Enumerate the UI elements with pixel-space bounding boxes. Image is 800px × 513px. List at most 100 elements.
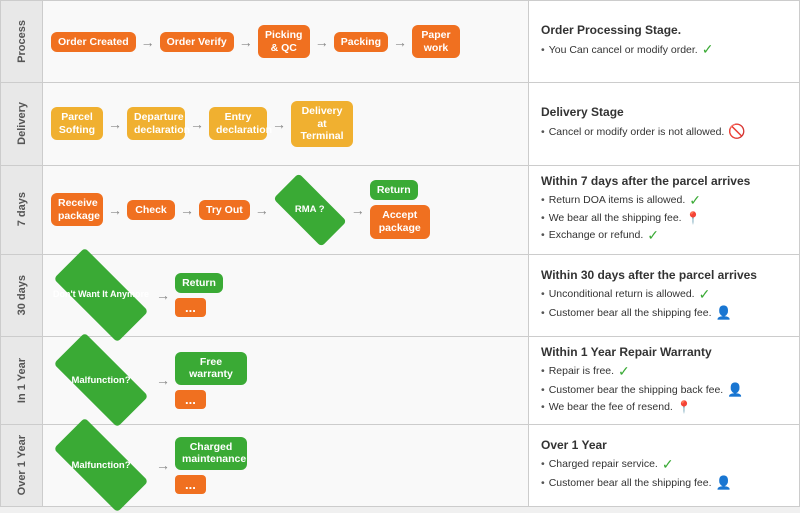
seven-days-item-1: Return DOA items is allowed. ✓: [541, 192, 787, 209]
receive-box: Receive package: [51, 193, 103, 226]
packing-box: Packing: [334, 32, 388, 52]
arrow-3: →: [315, 34, 329, 50]
arrow-2: →: [239, 34, 253, 50]
one-year-item-2: Customer bear the shipping back fee. 👤: [541, 382, 787, 398]
seven-days-label: 7 days: [16, 192, 28, 226]
arrow-30a: →: [156, 287, 170, 303]
person-icon-1: 👤: [716, 305, 732, 321]
charged-maintenance-box: Charged maintenance: [175, 437, 247, 470]
arrow-7b: →: [180, 202, 194, 218]
no-icon-1: 🚫: [728, 123, 745, 140]
arrow-1ya: →: [156, 372, 170, 388]
seven-days-info: Within 7 days after the parcel arrives R…: [529, 166, 799, 254]
over-one-year-info-list: Charged repair service. ✓ Customer bear …: [541, 456, 787, 493]
picking-box: Picking & QC: [258, 25, 310, 58]
over-one-year-item-2: Customer bear all the shipping fee. 👤: [541, 475, 787, 491]
branch-over1year: Charged maintenance ...: [175, 437, 247, 494]
entry-declaration-box: Entry declaration: [209, 107, 267, 140]
check-icon-3: ✓: [647, 227, 659, 244]
pin-icon-2: 📍: [677, 400, 692, 414]
one-year-item-3: We bear the fee of resend. 📍: [541, 400, 787, 414]
departure-box: Departure declaration: [127, 107, 185, 140]
thirty-days-label: 30 days: [16, 275, 28, 315]
over-one-year-info-title: Over 1 Year: [541, 438, 787, 452]
thirty-days-flow: Don't Want It Anymore → Return ...: [43, 255, 529, 336]
dont-want-diamond: Don't Want It Anymore: [51, 270, 151, 320]
arrow-4: →: [393, 34, 407, 50]
delivery-label: Delivery: [16, 102, 28, 145]
one-year-row: In 1 Year Malfunction? → Free warranty .…: [1, 337, 799, 425]
process-info: Order Processing Stage. You Can cancel o…: [529, 1, 799, 82]
one-year-info-title: Within 1 Year Repair Warranty: [541, 345, 787, 359]
thirty-days-info: Within 30 days after the parcel arrives …: [529, 255, 799, 336]
over-one-year-info: Over 1 Year Charged repair service. ✓ Cu…: [529, 425, 799, 506]
return-box: Return: [370, 180, 418, 200]
arrow-7a: →: [108, 202, 122, 218]
thirty-days-label-col: 30 days: [1, 255, 43, 336]
delivery-info: Delivery Stage Cancel or modify order is…: [529, 83, 799, 164]
pin-icon-1: 📍: [686, 211, 701, 225]
process-info-item-1: You Can cancel or modify order. ✓: [541, 41, 787, 58]
arrow-d3: →: [272, 116, 286, 132]
dots-1year-box: ...: [175, 390, 206, 409]
rma-diamond: RMA ?: [274, 190, 346, 230]
thirty-days-info-title: Within 30 days after the parcel arrives: [541, 268, 787, 282]
over-one-year-flow: Malfunction? → Charged maintenance ...: [43, 425, 529, 506]
process-info-title: Order Processing Stage.: [541, 23, 787, 37]
delivery-row: Delivery Parcel Softing → Departure decl…: [1, 83, 799, 165]
one-year-info-list: Repair is free. ✓ Customer bear the ship…: [541, 363, 787, 416]
free-warranty-box: Free warranty: [175, 352, 247, 385]
branch-1year: Free warranty ...: [175, 352, 247, 409]
arrow-d2: →: [190, 116, 204, 132]
arrow-7d: →: [351, 202, 365, 218]
dots-30-box: ...: [175, 298, 206, 317]
thirty-days-item-2: Customer bear all the shipping fee. 👤: [541, 305, 787, 321]
one-year-label: In 1 Year: [16, 358, 28, 403]
one-year-item-1: Repair is free. ✓: [541, 363, 787, 380]
delivery-info-item-1: Cancel or modify order is not allowed. 🚫: [541, 123, 787, 140]
paperwork-box: Paper work: [412, 25, 460, 58]
delivery-label-col: Delivery: [1, 83, 43, 164]
order-verify-box: Order Verify: [160, 32, 234, 52]
seven-days-info-title: Within 7 days after the parcel arrives: [541, 174, 787, 188]
delivery-info-title: Delivery Stage: [541, 105, 787, 119]
seven-days-label-col: 7 days: [1, 166, 43, 254]
arrow-1: →: [141, 34, 155, 50]
person-icon-2: 👤: [727, 382, 743, 398]
tryout-box: Try Out: [199, 200, 250, 220]
arrow-7c: →: [255, 202, 269, 218]
accept-package-box: Accept package: [370, 205, 430, 238]
branch-30days: Return ...: [175, 273, 223, 317]
check-icon-5: ✓: [618, 363, 630, 380]
process-label: Process: [16, 20, 28, 63]
process-row: Process Order Created → Order Verify → P…: [1, 1, 799, 83]
check-box: Check: [127, 200, 175, 220]
over-one-year-label: Over 1 Year: [16, 435, 28, 495]
check-icon-1: ✓: [702, 41, 714, 58]
malfunction2-diamond: Malfunction?: [51, 440, 151, 490]
seven-days-info-list: Return DOA items is allowed. ✓ We bear a…: [541, 192, 787, 246]
arrow-d1: →: [108, 116, 122, 132]
seven-days-flow: Receive package → Check → Try Out → RMA …: [43, 166, 529, 254]
branch-7days: Return Accept package: [370, 180, 430, 238]
process-label-col: Process: [1, 1, 43, 82]
order-created-box: Order Created: [51, 32, 136, 52]
return-30-box: Return: [175, 273, 223, 293]
parcel-sorting-box: Parcel Softing: [51, 107, 103, 140]
thirty-days-item-1: Unconditional return is allowed. ✓: [541, 286, 787, 303]
person-icon-3: 👤: [716, 475, 732, 491]
delivery-flow: Parcel Softing → Departure declaration →…: [43, 83, 529, 164]
seven-days-item-3: Exchange or refund. ✓: [541, 227, 787, 244]
check-icon-2: ✓: [689, 192, 701, 209]
delivery-info-list: Cancel or modify order is not allowed. 🚫: [541, 123, 787, 142]
one-year-flow: Malfunction? → Free warranty ...: [43, 337, 529, 424]
over-one-year-row: Over 1 Year Malfunction? → Charged maint…: [1, 425, 799, 506]
check-icon-6: ✓: [662, 456, 674, 473]
seven-days-item-2: We bear all the shipping fee. 📍: [541, 211, 787, 225]
one-year-info: Within 1 Year Repair Warranty Repair is …: [529, 337, 799, 424]
check-icon-4: ✓: [699, 286, 711, 303]
thirty-days-info-list: Unconditional return is allowed. ✓ Custo…: [541, 286, 787, 323]
thirty-days-row: 30 days Don't Want It Anymore → Return .…: [1, 255, 799, 337]
process-flow: Order Created → Order Verify → Picking &…: [43, 1, 529, 82]
over-one-year-label-col: Over 1 Year: [1, 425, 43, 506]
